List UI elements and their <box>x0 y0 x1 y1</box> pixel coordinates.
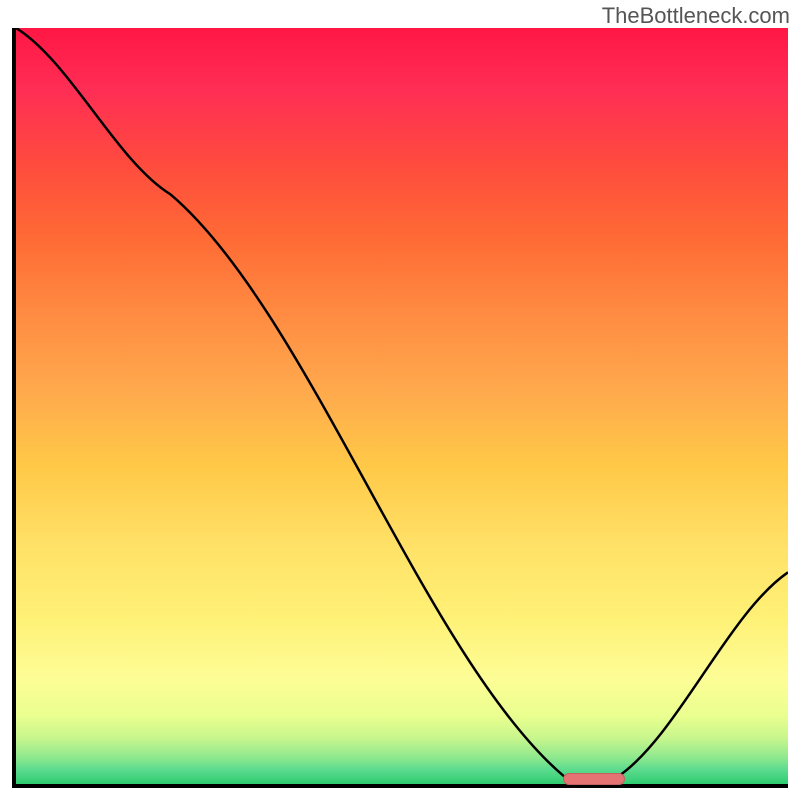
watermark-text: TheBottleneck.com <box>602 3 790 29</box>
chart-plot-area <box>12 28 788 788</box>
optimal-range-marker <box>563 773 625 785</box>
chart-background-gradient <box>16 28 788 784</box>
